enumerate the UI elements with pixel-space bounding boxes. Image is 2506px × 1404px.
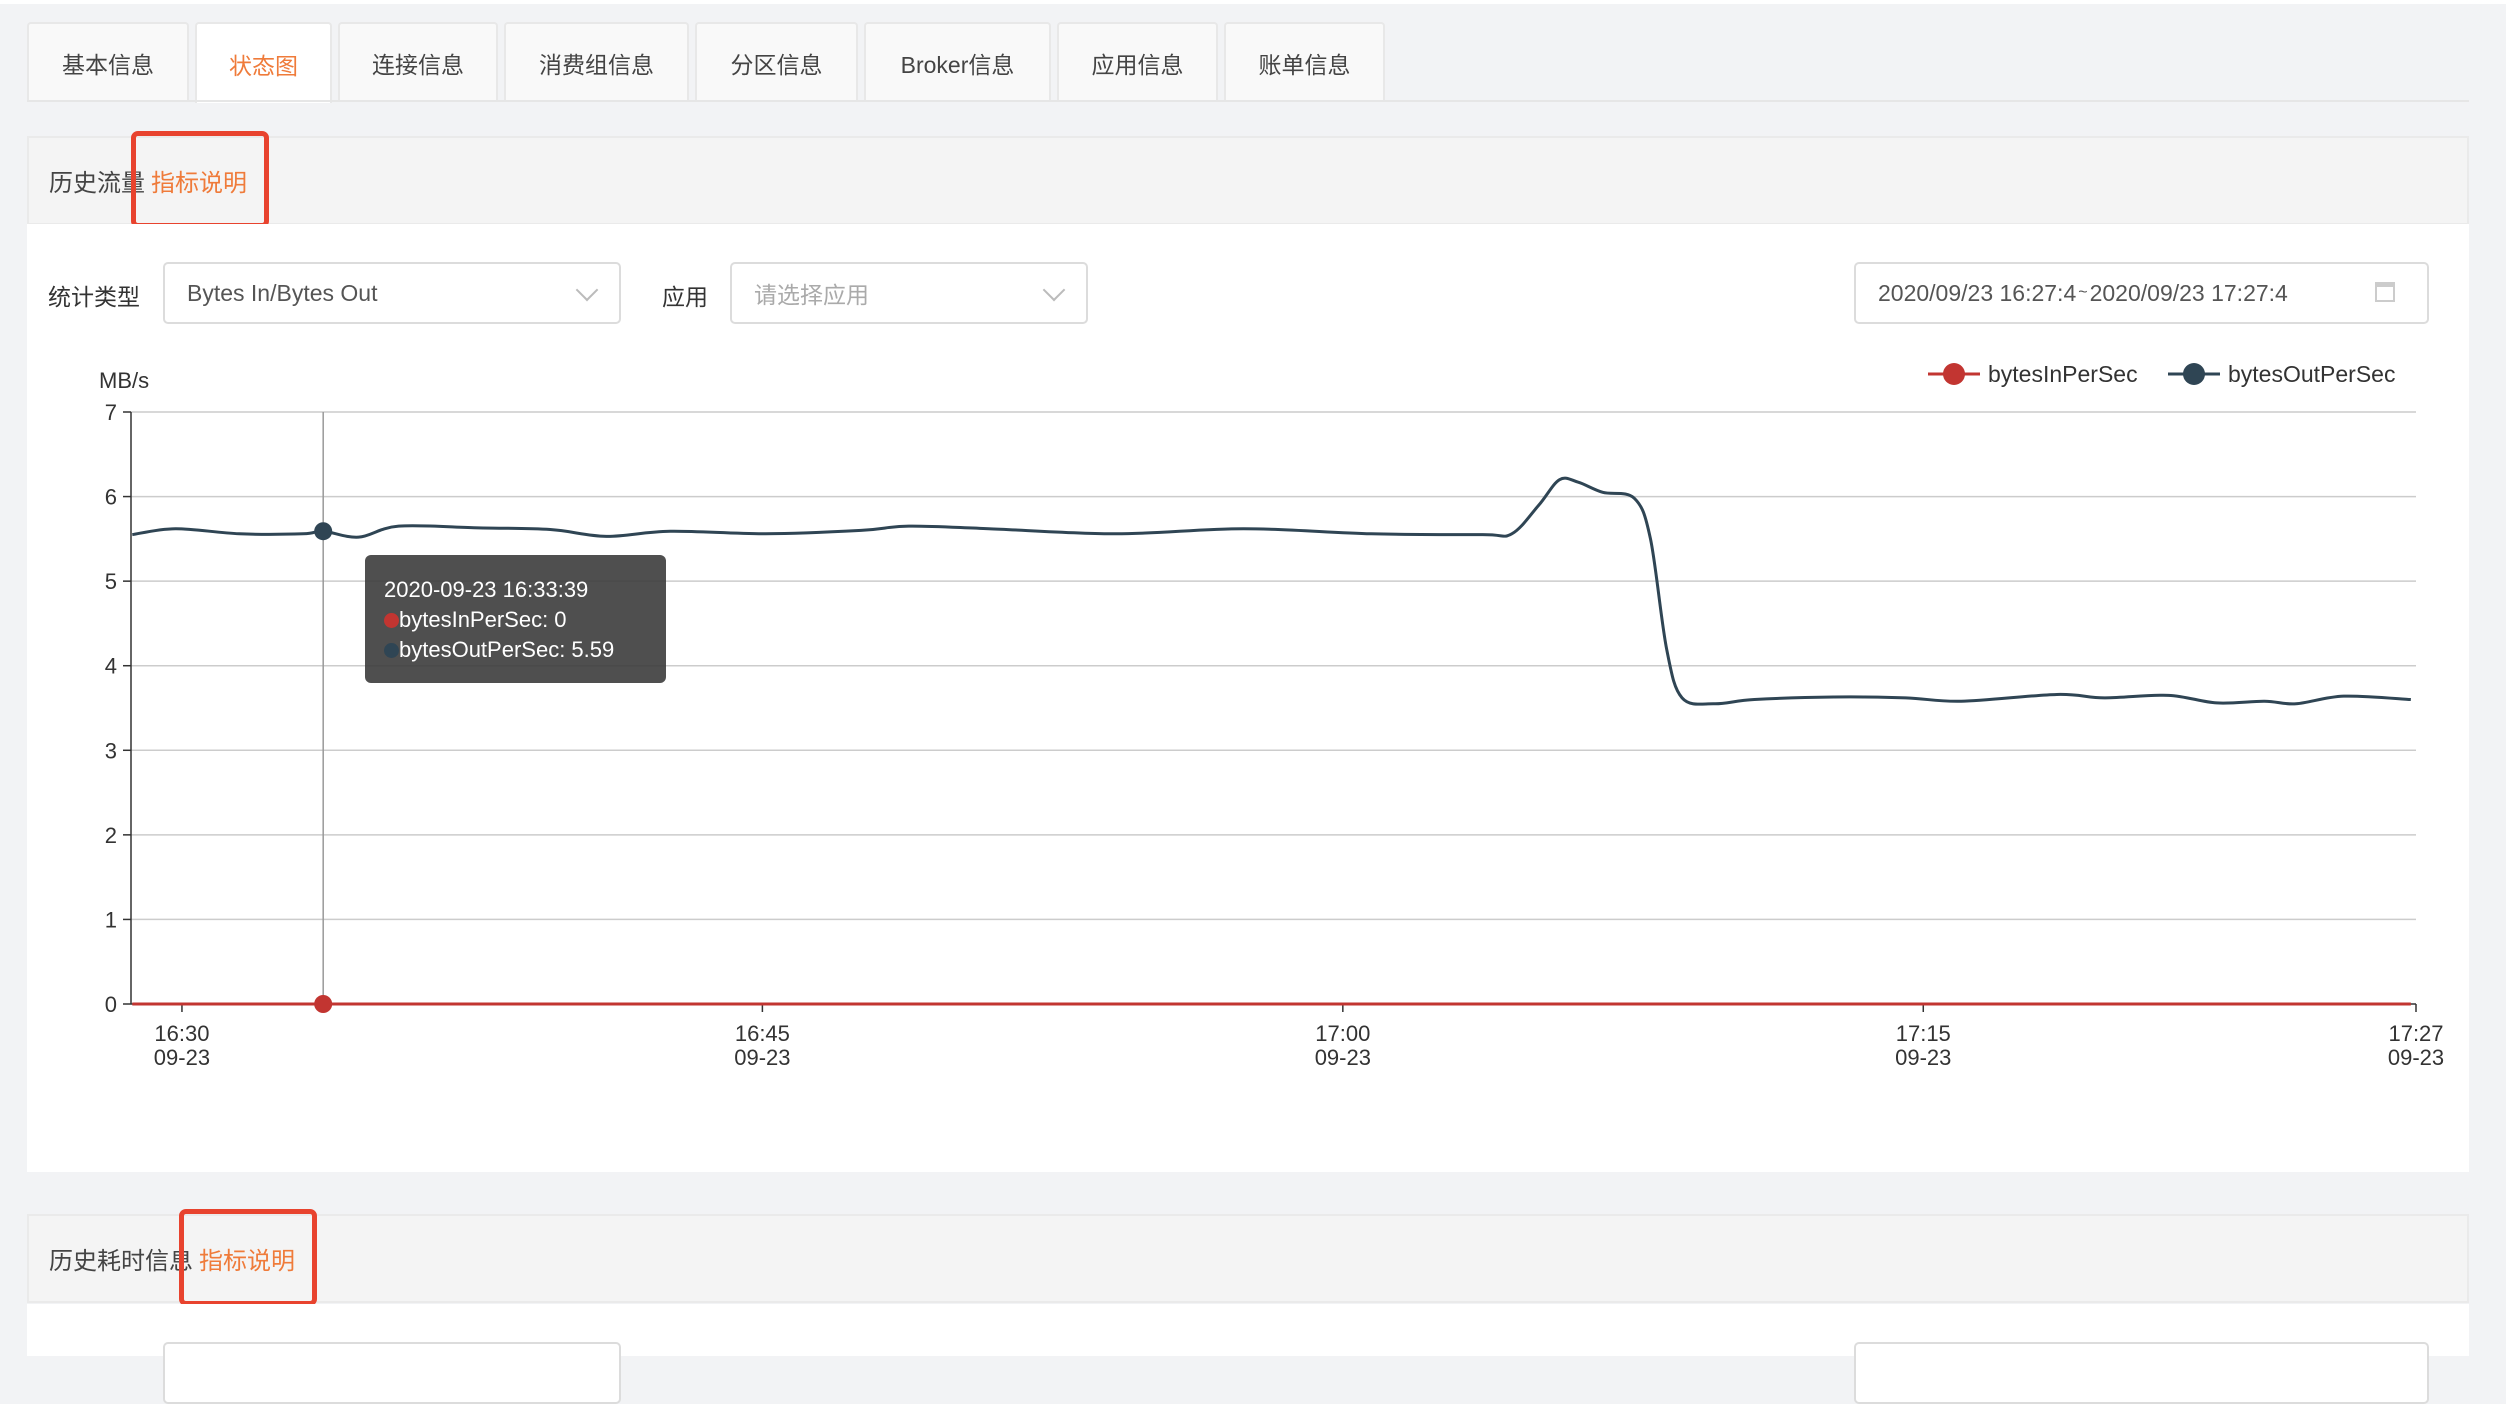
bytes-in-dot-icon [384,613,399,628]
metric-help-link[interactable]: 指标说明 [179,1209,317,1306]
legend-marker [2183,363,2205,385]
tooltip-row-out: bytesOutPerSec: 5.59 [384,635,666,665]
tooltip-time: 2020-09-23 16:33:39 [384,577,589,602]
x-tick-label: 17:00 [1315,1021,1370,1046]
x-tick-date: 09-23 [154,1045,210,1070]
tooltip-out-value: bytesOutPerSec: 5.59 [399,637,615,662]
stat-type-select-2[interactable] [163,1342,621,1404]
y-tick-label: 0 [105,992,117,1017]
date-range-picker-2[interactable] [1854,1342,2429,1404]
y-tick-label: 7 [105,400,117,425]
legend-label-bytesInPerSec: bytesInPerSec [1988,361,2138,387]
latency-panel [27,1304,2469,1404]
y-tick-label: 5 [105,569,117,594]
bytes-out-dot-icon [384,643,399,658]
tooltip-in-value: bytesInPerSec: 0 [399,607,567,632]
x-tick-label: 17:15 [1896,1021,1951,1046]
x-tick-label: 17:27 [2388,1021,2443,1046]
x-tick-date: 09-23 [734,1045,790,1070]
chart-tooltip: 2020-09-23 16:33:39 bytesInPerSec: 0 byt… [365,555,666,683]
x-tick-date: 09-23 [1315,1045,1371,1070]
x-tick-date: 09-23 [2388,1045,2444,1070]
legend-marker [1943,363,1965,385]
x-tick-label: 16:30 [154,1021,209,1046]
highlight-point-bytesInPerSec [314,995,333,1013]
y-tick-label: 4 [105,654,117,679]
x-tick-label: 16:45 [735,1021,790,1046]
y-tick-label: 3 [105,738,117,763]
y-axis-unit: MB/s [99,368,149,393]
legend-label-bytesOutPerSec: bytesOutPerSec [2228,361,2395,387]
y-tick-label: 1 [105,907,117,932]
y-tick-label: 2 [105,823,117,848]
tooltip-row-in: bytesInPerSec: 0 [384,605,666,635]
section-title: 历史耗时信息 [49,1248,193,1275]
x-tick-date: 09-23 [1895,1045,1951,1070]
y-tick-label: 6 [105,485,117,510]
history-latency-header: 历史耗时信息 指标说明 [27,1209,2469,1306]
highlight-point-bytesOutPerSec [314,522,333,541]
